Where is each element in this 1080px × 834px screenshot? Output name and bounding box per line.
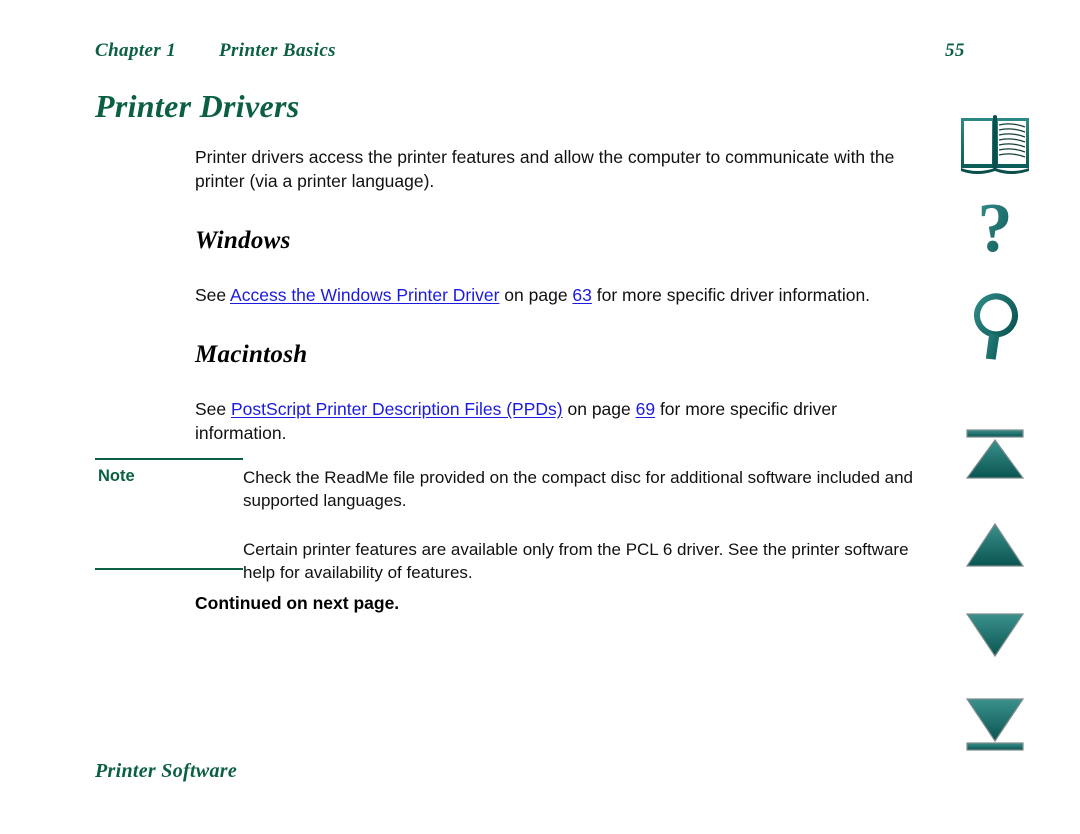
link-page-69[interactable]: 69 (636, 399, 655, 419)
note-label: Note (98, 467, 135, 485)
macintosh-paragraph: See PostScript Printer Description Files… (195, 397, 925, 445)
previous-page-icon[interactable] (940, 515, 1050, 575)
header-chapter: Chapter 1 (95, 40, 177, 61)
macintosh-heading: Macintosh (195, 341, 308, 368)
windows-tail-text: for more specific driver information. (591, 285, 871, 305)
note-rule-bottom (95, 568, 243, 570)
note-rule-top (95, 458, 243, 460)
svg-text:?: ? (978, 195, 1013, 267)
windows-see-label: See (195, 285, 231, 305)
page-title: Printer Drivers (95, 88, 300, 124)
note-paragraph-1: Check the ReadMe file provided on the co… (243, 468, 913, 510)
windows-mid-text: on page (499, 285, 573, 305)
link-page-63[interactable]: 63 (572, 285, 591, 305)
book-icon[interactable] (940, 108, 1050, 178)
question-mark-icon[interactable]: ? (940, 192, 1050, 272)
windows-paragraph: See Access the Windows Printer Driver on… (195, 283, 925, 307)
running-header: Chapter 1 Printer Basics 55 (95, 40, 965, 70)
note-paragraph-2: Certain printer features are available o… (243, 540, 909, 582)
footer-title: Printer Software (95, 760, 238, 782)
header-page-number: 55 (945, 40, 965, 61)
body-column: Printer drivers access the printer featu… (195, 145, 925, 445)
first-page-icon[interactable] (940, 425, 1050, 485)
header-section-title: Printer Basics (219, 40, 336, 61)
link-access-the-windows-printer-driver[interactable]: Access the Windows Printer Driver (230, 285, 499, 305)
continued-on-next-page-text: Continued on next page. (195, 593, 400, 613)
intro-paragraph: Printer drivers access the printer featu… (195, 147, 895, 191)
note-body: Check the ReadMe file provided on the co… (243, 466, 925, 584)
macintosh-see-label: See (195, 399, 231, 419)
magnifier-icon[interactable] (940, 288, 1050, 368)
next-page-icon[interactable] (940, 605, 1050, 665)
windows-heading: Windows (195, 227, 291, 254)
last-page-icon[interactable] (940, 692, 1050, 757)
navigation-icon-rail: ? (940, 100, 1050, 780)
macintosh-mid-text: on page (562, 399, 636, 419)
link-postscript-printer-description-files[interactable]: PostScript Printer Description Files (PP… (231, 399, 563, 419)
